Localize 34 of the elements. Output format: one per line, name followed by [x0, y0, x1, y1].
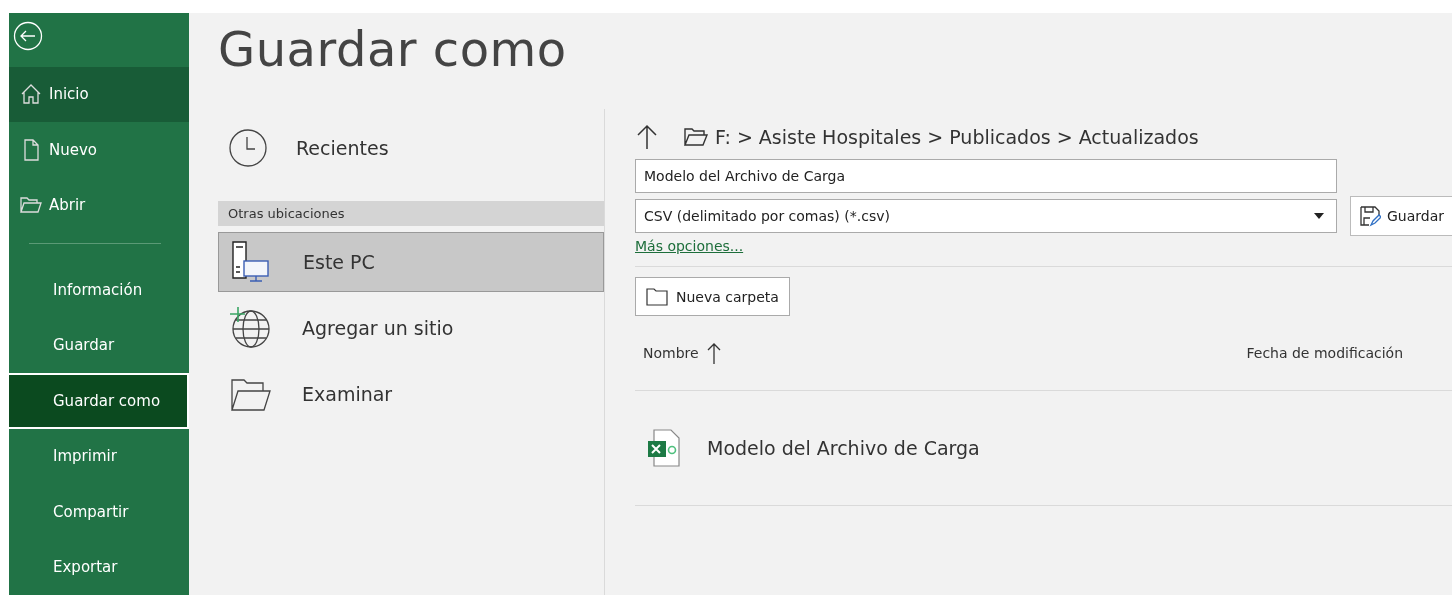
sort-up-icon: [706, 342, 721, 364]
sidebar-item[interactable]: Guardar: [9, 317, 189, 374]
breadcrumb-path[interactable]: F: > Asiste Hospitales > Publicados > Actualizados: [715, 126, 1199, 148]
sidebar-item[interactable]: Abrir: [9, 177, 189, 234]
file-row[interactable]: Modelo del Archivo de Carga: [635, 391, 1452, 506]
folder-icon: [683, 126, 709, 148]
page-title: Guardar como: [218, 20, 568, 79]
sidebar-item[interactable]: Guardar como: [9, 373, 189, 429]
column-header[interactable]: Fecha de modificación: [1246, 345, 1404, 361]
location-item[interactable]: Examinar: [218, 364, 604, 424]
location-item[interactable]: Agregar un sitio: [218, 298, 604, 358]
globe-plus-icon: [228, 306, 272, 350]
up-arrow-icon[interactable]: [635, 124, 659, 150]
file-type-dropdown[interactable]: CSV (delimitado por comas) (*.csv): [635, 199, 1337, 233]
sidebar-item[interactable]: Exportar: [9, 539, 189, 595]
clock-icon: [228, 128, 268, 168]
sidebar-item[interactable]: Información: [9, 262, 189, 318]
location-item[interactable]: Este PC: [218, 232, 604, 292]
file-name-field[interactable]: Modelo del Archivo de Carga: [635, 159, 1337, 193]
new-folder-button[interactable]: Nueva carpeta: [635, 277, 790, 316]
dropdown-caret-icon: [1314, 213, 1324, 219]
sidebar-item[interactable]: Compartir: [9, 484, 189, 540]
folder-icon: [646, 287, 668, 306]
save-button[interactable]: Guardar: [1350, 196, 1452, 236]
home-icon: [19, 82, 43, 107]
more-options-link[interactable]: Más opciones...: [635, 238, 744, 254]
save-icon: [1359, 205, 1381, 227]
recent-item[interactable]: Recientes: [218, 119, 604, 177]
sidebar-item[interactable]: Inicio: [9, 66, 189, 123]
spreadsheet-file-icon: [647, 428, 683, 468]
section-header: Otras ubicaciones: [218, 201, 604, 226]
sidebar-item[interactable]: Nuevo: [9, 122, 189, 178]
sidebar-item[interactable]: Imprimir: [9, 428, 189, 485]
column-header[interactable]: Nombre: [643, 345, 699, 361]
